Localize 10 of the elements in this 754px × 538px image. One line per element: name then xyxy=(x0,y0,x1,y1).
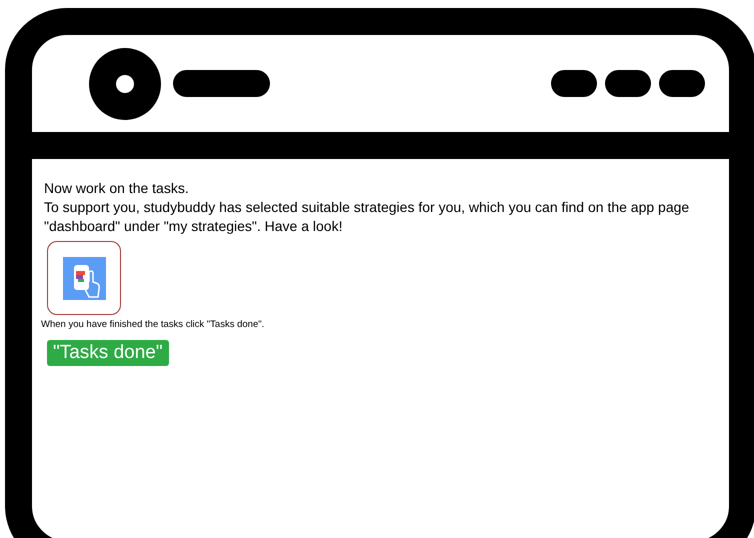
instruction-text: Now work on the tasks. xyxy=(44,179,190,198)
phone-tap-icon xyxy=(62,256,106,300)
instruction-note: When you have finished the tasks click "Tasks done". xyxy=(41,319,266,330)
window-control-icon xyxy=(551,70,597,97)
app-shortcut-button[interactable] xyxy=(47,241,121,315)
window-control-icon xyxy=(659,70,705,97)
tasks-done-button[interactable]: "Tasks done" xyxy=(47,340,169,366)
camera-icon xyxy=(89,48,161,120)
instruction-text: To support you, studybuddy has selected suitable strategies for you, which you can find on the app page "dashboard" under "my strategies". Have a look! xyxy=(44,198,690,236)
window-control-icon xyxy=(605,70,651,97)
